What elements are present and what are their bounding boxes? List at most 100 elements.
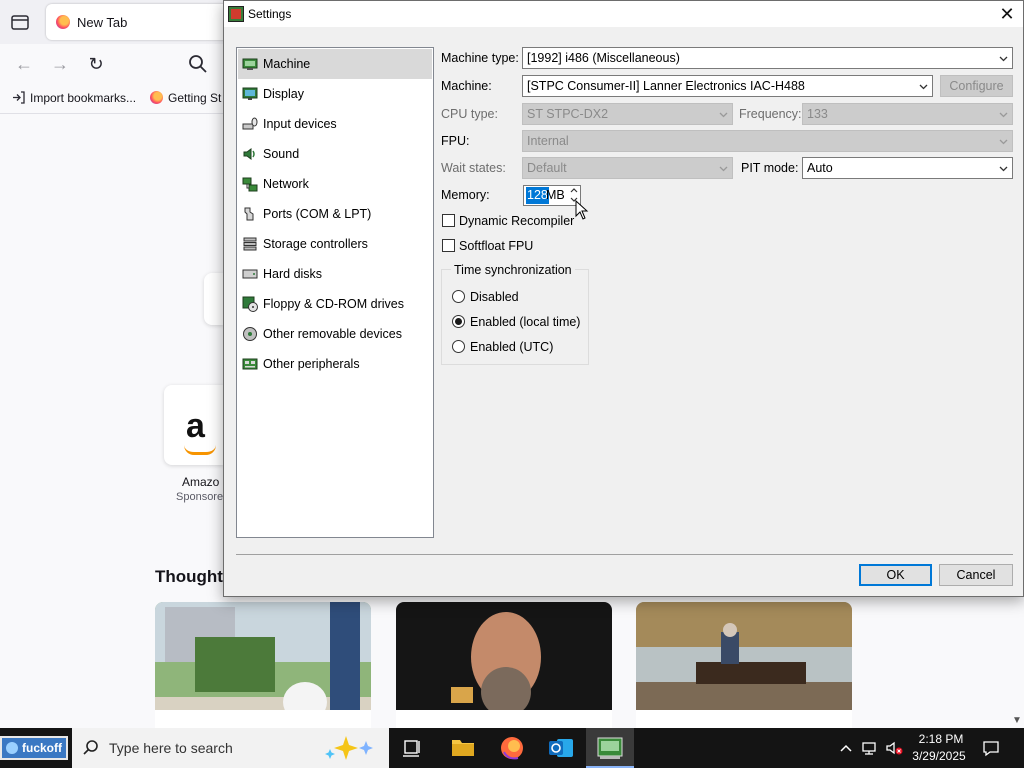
dynamic-recompiler-checkbox[interactable] [442, 214, 455, 227]
peripherals-icon [242, 358, 258, 370]
time-sync-local-label: Enabled (local time) [470, 315, 581, 329]
scroll-down-arrow-icon[interactable]: ▼ [1012, 715, 1022, 726]
outlook-icon [549, 739, 573, 757]
mouse-cursor-icon [575, 200, 589, 220]
chevron-up-icon[interactable] [836, 738, 856, 758]
dynamic-recompiler-label: Dynamic Recompiler [459, 214, 575, 228]
machine-label: Machine: [441, 79, 492, 93]
category-other-peripherals[interactable]: Other peripherals [238, 349, 432, 379]
86box-taskbar-button[interactable] [586, 728, 634, 768]
spin-up-icon[interactable] [568, 186, 580, 195]
settings-category-list: Machine Display Input devices Sound Netw… [236, 47, 434, 538]
category-input-devices[interactable]: Input devices [238, 109, 432, 139]
category-storage-controllers[interactable]: Storage controllers [238, 229, 432, 259]
category-sound[interactable]: Sound [238, 139, 432, 169]
network-tray-icon[interactable] [860, 738, 880, 758]
forward-icon[interactable]: → [48, 52, 72, 76]
shortcut-tile-amazon[interactable]: a [164, 385, 224, 465]
category-ports[interactable]: Ports (COM & LPT) [238, 199, 432, 229]
machine-select[interactable]: [STPC Consumer-II] Lanner Electronics IA… [522, 75, 933, 97]
category-floppy-cdrom[interactable]: Floppy & CD-ROM drives [238, 289, 432, 319]
volume-muted-icon[interactable] [884, 738, 904, 758]
shortcut-tile-sponsored: Sponsore [176, 491, 224, 503]
chevron-down-icon [719, 166, 728, 172]
wait-states-label: Wait states: [441, 161, 506, 175]
category-other-removable[interactable]: Other removable devices [238, 319, 432, 349]
task-view-button[interactable] [389, 728, 437, 768]
time-sync-utc-radio[interactable] [452, 340, 465, 353]
settings-dialog: Settings ✕ Machine Display Input devices… [223, 0, 1024, 597]
reload-icon[interactable]: ↻ [84, 52, 108, 76]
category-machine[interactable]: Machine [238, 49, 432, 79]
search-placeholder: Type here to search [109, 740, 233, 756]
story-card [155, 710, 371, 728]
firefox-icon [56, 15, 70, 29]
fpu-select[interactable]: Internal [522, 130, 1013, 152]
firefox-icon [501, 737, 523, 760]
cancel-button[interactable]: Cancel [939, 564, 1013, 586]
amazon-logo-icon: a [186, 407, 205, 445]
memory-label: Memory: [441, 188, 490, 202]
category-display[interactable]: Display [238, 79, 432, 109]
time-sync-disabled-radio[interactable] [452, 290, 465, 303]
cpu-type-select[interactable]: ST STPC-DX2 [522, 103, 733, 125]
outlook-button[interactable] [537, 728, 585, 768]
bookmark-import[interactable]: Import bookmarks... [12, 91, 136, 105]
pit-mode-label: PIT mode: [741, 161, 799, 175]
softfloat-fpu-checkbox[interactable] [442, 239, 455, 252]
chevron-down-icon [999, 56, 1008, 62]
taskbar-search[interactable]: Type here to search [72, 728, 389, 768]
clock-date[interactable]: 3/29/2025 [906, 749, 972, 763]
86box-icon [597, 737, 623, 759]
softfloat-fpu-label: Softfloat FPU [459, 239, 534, 253]
chevron-down-icon [999, 139, 1008, 145]
category-network[interactable]: Network [238, 169, 432, 199]
time-sync-local-radio[interactable] [452, 315, 465, 328]
clock-time[interactable]: 2:18 PM [910, 732, 972, 746]
memory-spinbox[interactable]: 128 MB [523, 185, 581, 206]
floppy-cdrom-icon [242, 296, 258, 312]
new-tab-search-box[interactable] [204, 273, 224, 325]
start-button[interactable]: fuckoff [0, 736, 68, 760]
configure-button[interactable]: Configure [940, 75, 1013, 97]
hard-disk-icon [242, 269, 258, 279]
tab-list-icon[interactable] [8, 11, 32, 33]
time-sync-disabled-label: Disabled [470, 290, 519, 304]
chevron-down-icon [919, 84, 928, 90]
network-icon [242, 177, 258, 192]
chevron-down-icon [999, 112, 1008, 118]
close-icon[interactable]: ✕ [992, 1, 1022, 27]
category-hard-disks[interactable]: Hard disks [238, 259, 432, 289]
taskbar: fuckoff Type here to search 2:18 PM 3/29… [0, 728, 1024, 768]
firefox-taskbar-button[interactable] [488, 728, 536, 768]
frequency-label: Frequency: [739, 107, 802, 121]
machine-icon [242, 58, 258, 70]
machine-type-select[interactable]: [1992] i486 (Miscellaneous) [522, 47, 1013, 69]
pit-mode-select[interactable]: Auto [802, 157, 1013, 179]
notification-icon[interactable] [981, 738, 1001, 758]
display-icon [242, 87, 258, 100]
memory-unit: MB [546, 188, 565, 202]
removable-devices-icon [243, 327, 257, 341]
story-card [636, 710, 852, 728]
tab-new-tab[interactable]: New Tab [46, 4, 246, 40]
task-view-icon [403, 740, 420, 757]
import-icon [13, 91, 25, 104]
wait-states-select[interactable]: Default [522, 157, 733, 179]
ok-button[interactable]: OK [859, 564, 932, 586]
search-icon [83, 740, 98, 755]
bookmark-getting-started[interactable]: Getting St [150, 91, 221, 105]
frequency-select[interactable]: 133 [802, 103, 1013, 125]
stories-heading: Thought- [155, 567, 229, 586]
back-icon[interactable]: ← [12, 52, 36, 76]
input-devices-icon [242, 117, 258, 130]
chevron-down-icon [719, 112, 728, 118]
cpu-type-label: CPU type: [441, 107, 498, 121]
story-card [396, 710, 612, 728]
search-icon[interactable] [186, 52, 210, 76]
time-sync-utc-label: Enabled (UTC) [470, 340, 554, 354]
dialog-separator [236, 554, 1013, 555]
file-explorer-button[interactable] [439, 728, 487, 768]
folder-icon [452, 740, 474, 756]
chevron-down-icon [999, 166, 1008, 172]
